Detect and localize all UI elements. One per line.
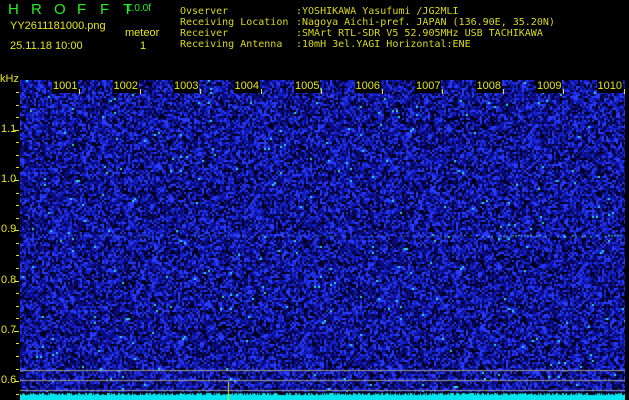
y-minor-tick	[16, 205, 19, 206]
event-count: 1	[140, 40, 147, 52]
x-tick-mark	[624, 89, 625, 94]
spectrogram-waterfall	[20, 80, 625, 400]
x-tick-mark	[200, 89, 201, 94]
y-tick-label: 0.6	[1, 374, 17, 387]
title-letter: O	[54, 1, 66, 18]
y-minor-tick	[16, 369, 19, 370]
y-minor-tick	[16, 381, 19, 382]
x-tick-mark	[382, 89, 383, 94]
y-minor-tick	[16, 306, 19, 307]
x-tick-mark	[321, 89, 322, 94]
y-tick-label: 1.1	[1, 122, 17, 135]
x-tick-mark	[442, 89, 443, 94]
title-letter: F	[100, 1, 110, 18]
info-value: :YOSHIKAWA Yasufumi /JG2MLI	[296, 6, 459, 17]
y-minor-tick	[16, 155, 19, 156]
x-tick-mark	[563, 89, 564, 94]
x-tick-label: 1002	[112, 80, 139, 93]
y-unit-label: kHz	[0, 73, 19, 85]
y-minor-tick	[16, 92, 19, 93]
x-tick-label: 1005	[294, 80, 321, 93]
y-tick-label: 0.8	[1, 273, 17, 286]
x-tick-mark	[261, 89, 262, 94]
x-tick-label: 1009	[536, 80, 563, 93]
title-letter: F	[77, 1, 87, 18]
y-minor-tick	[16, 105, 19, 106]
y-minor-tick	[16, 268, 19, 269]
y-minor-tick	[16, 230, 19, 231]
y-minor-tick	[16, 193, 19, 194]
datetime: 25.11.18 10:00	[10, 40, 83, 52]
x-tick-label: 1008	[475, 80, 502, 93]
x-tick-mark	[140, 89, 141, 94]
y-tick-label: 1.0	[1, 173, 17, 185]
y-minor-tick	[16, 180, 19, 181]
x-tick-label: 1003	[173, 80, 200, 93]
x-tick-label: 1001	[52, 80, 79, 93]
y-minor-tick	[16, 218, 19, 219]
y-tick-label: 0.9	[1, 223, 17, 236]
y-minor-tick	[16, 243, 19, 244]
info-value: :SMArt RTL-SDR V5 52.905MHz USB TACHIKAW…	[296, 28, 543, 39]
info-value: :10mH 3el.YAGI Horizontal:ENE	[296, 39, 471, 50]
filename: YY2611181000.png	[10, 20, 106, 32]
title-letter: H	[8, 1, 19, 18]
y-minor-tick	[16, 117, 19, 118]
y-minor-tick	[16, 331, 19, 332]
x-tick-label: 1007	[415, 80, 442, 93]
y-minor-tick	[16, 343, 19, 344]
event-label: meteor	[125, 27, 160, 39]
x-tick-mark	[503, 89, 504, 94]
y-minor-tick	[16, 130, 19, 131]
info-row-antenna: Receiving Antenna :10mH 3el.YAGI Horizont…	[180, 39, 471, 51]
x-tick-label: 1010	[596, 80, 623, 93]
y-minor-tick	[16, 293, 19, 294]
info-value: :Nagoya Aichi-pref. JAPAN (136.90E, 35.2…	[296, 17, 555, 28]
y-minor-tick	[16, 356, 19, 357]
title-letter: R	[31, 1, 42, 18]
y-minor-tick	[16, 281, 19, 282]
y-minor-tick	[16, 394, 19, 395]
info-key: Receiving Antenna	[180, 39, 283, 50]
y-minor-tick	[16, 318, 19, 319]
y-tick-label: 0.7	[1, 323, 17, 336]
y-minor-tick	[16, 142, 19, 143]
x-tick-label: 1004	[233, 80, 260, 93]
y-minor-tick	[16, 255, 19, 256]
y-minor-tick	[16, 167, 19, 168]
x-tick-mark	[79, 89, 80, 94]
x-tick-label: 1006	[354, 80, 381, 93]
version-label: 1.0.0f	[126, 3, 152, 14]
